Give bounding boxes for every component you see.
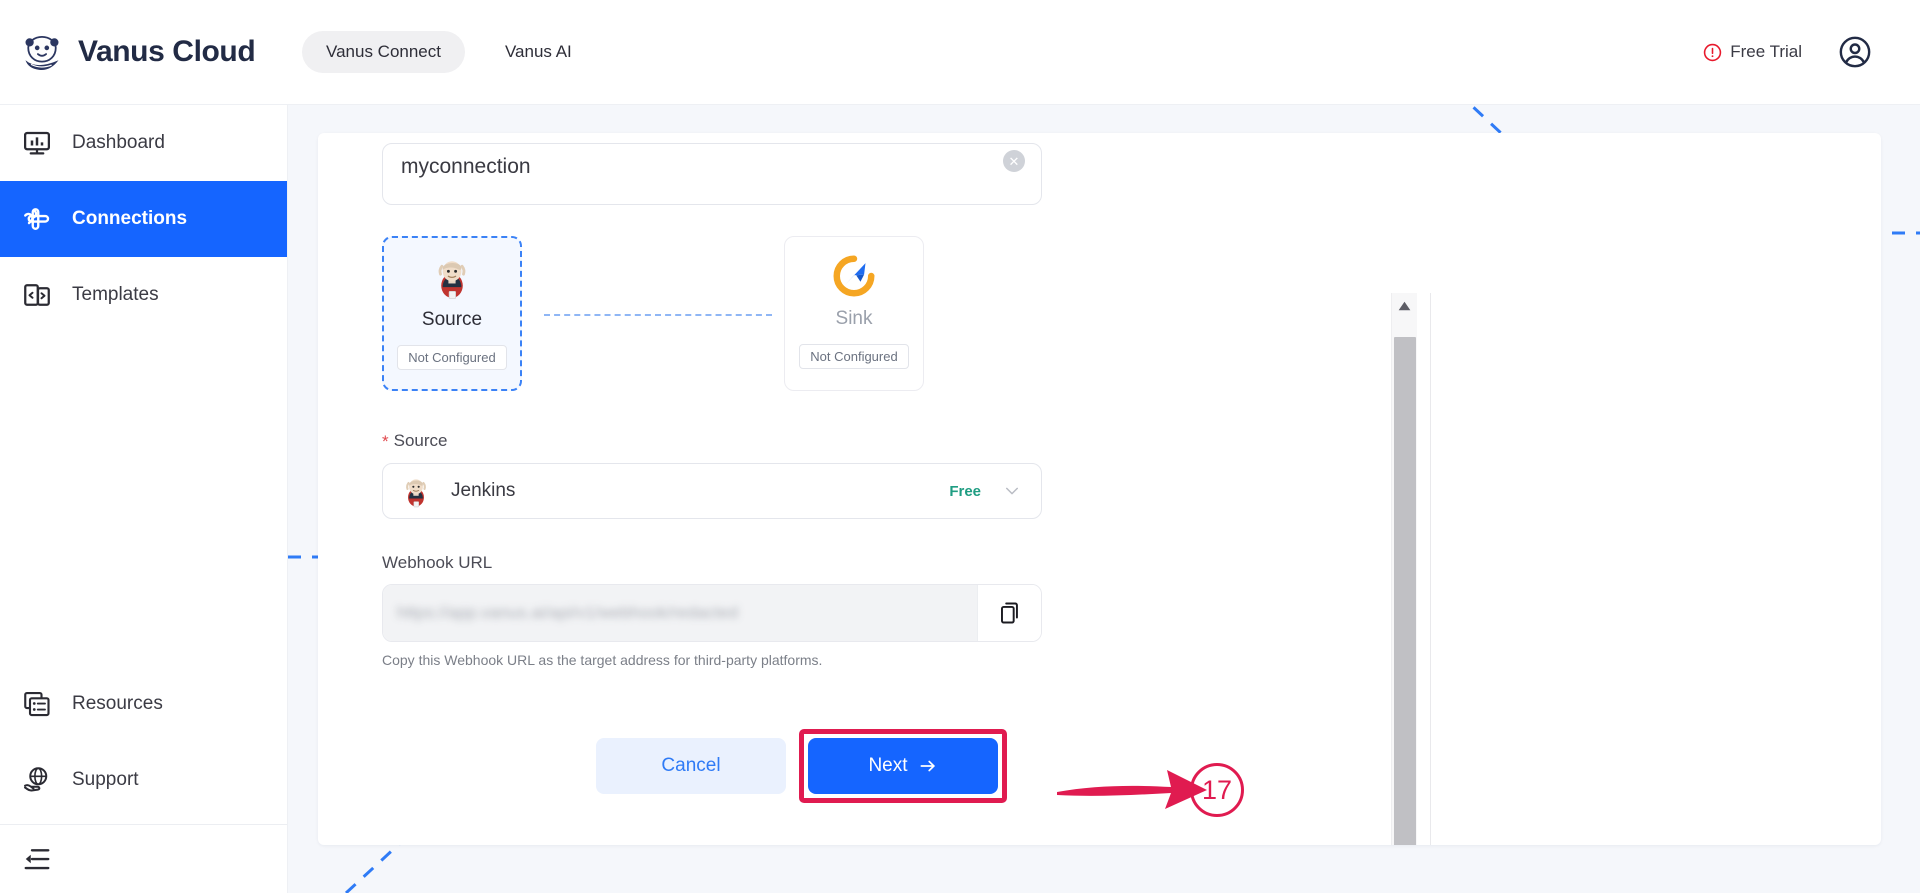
- flow-connector-line: [544, 314, 772, 316]
- resources-icon: [24, 691, 50, 717]
- sidebar-item-resources[interactable]: Resources: [0, 666, 287, 742]
- support-globe-hand-icon: [24, 767, 48, 792]
- sidebar-collapse-button[interactable]: [0, 825, 287, 893]
- sidebar-item-label: Templates: [72, 284, 159, 305]
- connection-name-input[interactable]: myconnection ✕: [382, 143, 1042, 205]
- templates-icon: [24, 284, 50, 306]
- annotation-step-number: 17: [1190, 763, 1244, 817]
- required-asterisk: *: [382, 431, 389, 451]
- sidebar-item-label: Connections: [72, 208, 188, 229]
- form-column: myconnection ✕ Source Not Configured Sin…: [382, 133, 1048, 668]
- app-root: Vanus Cloud Vanus Connect Vanus AI Free …: [0, 0, 1920, 893]
- connection-name-value: myconnection: [401, 155, 531, 178]
- tab-vanus-ai[interactable]: Vanus AI: [481, 31, 596, 73]
- source-sink-flow: Source Not Configured Sink Not Configure…: [382, 236, 1042, 391]
- sidebar-item-connections[interactable]: Connections: [0, 181, 287, 257]
- arrow-right-icon: [920, 760, 935, 772]
- sidebar: Dashboard Connections Templates Resource…: [0, 105, 288, 893]
- source-select[interactable]: Jenkins Free: [382, 463, 1042, 519]
- source-field-label: * Source: [382, 431, 1048, 451]
- webhook-copy-button[interactable]: [977, 585, 1041, 641]
- flow-node-sink[interactable]: Sink Not Configured: [784, 236, 924, 391]
- cancel-button[interactable]: Cancel: [596, 738, 786, 794]
- source-price-tag: Free: [949, 482, 981, 500]
- connection-form-card: myconnection ✕ Source Not Configured Sin…: [318, 133, 1881, 845]
- source-status-badge: Not Configured: [397, 345, 507, 370]
- free-trial-badge[interactable]: Free Trial: [1703, 42, 1802, 62]
- form-actions: Cancel Next: [596, 729, 1007, 803]
- topbar-right: Free Trial: [1703, 35, 1872, 69]
- scrollbar-thumb[interactable]: [1394, 337, 1416, 845]
- connections-icon: [24, 208, 50, 230]
- tab-vanus-connect[interactable]: Vanus Connect: [302, 31, 465, 73]
- vanus-logo-icon: [25, 35, 59, 71]
- sidebar-bottom: Resources Support: [0, 666, 287, 893]
- scrollbar-up-arrow[interactable]: [1392, 293, 1417, 319]
- brand-name: Vanus Cloud: [78, 35, 256, 68]
- collapse-sidebar-icon: [24, 849, 50, 870]
- next-button-wrapper: Next: [799, 729, 1007, 803]
- webhook-url-input[interactable]: https://app.vanus.ai/api/v1/webhook/reda…: [383, 585, 977, 641]
- sidebar-item-dashboard[interactable]: Dashboard: [0, 105, 287, 181]
- sidebar-item-label: Resources: [72, 693, 163, 714]
- free-trial-label: Free Trial: [1730, 42, 1802, 61]
- sidebar-item-templates[interactable]: Templates: [0, 257, 287, 333]
- sidebar-item-support[interactable]: Support: [0, 742, 287, 818]
- source-select-value: Jenkins: [451, 480, 516, 501]
- jenkins-icon: [438, 261, 466, 299]
- top-bar: Vanus Cloud Vanus Connect Vanus AI Free …: [0, 0, 1920, 105]
- brand[interactable]: Vanus Cloud: [20, 30, 288, 74]
- clear-circle-icon[interactable]: ✕: [1003, 150, 1025, 172]
- dashboard-icon: [24, 131, 50, 155]
- webhook-url-hint: Copy this Webhook URL as the target addr…: [382, 652, 823, 668]
- webhook-url-row: https://app.vanus.ai/api/v1/webhook/reda…: [382, 584, 1042, 642]
- next-button-label: Next: [868, 755, 908, 776]
- sidebar-item-label: Support: [72, 769, 139, 790]
- chevron-down-icon[interactable]: [1003, 482, 1021, 500]
- flow-node-source[interactable]: Source Not Configured: [382, 236, 522, 391]
- jenkins-icon: [406, 479, 426, 508]
- sink-status-badge: Not Configured: [799, 344, 909, 369]
- user-circle-icon[interactable]: [1838, 35, 1872, 69]
- alert-circle-icon: [1703, 43, 1722, 61]
- main-nav-tabs: Vanus Connect Vanus AI: [302, 31, 596, 73]
- form-scrollbar[interactable]: [1391, 293, 1417, 845]
- flow-node-title: Source: [421, 309, 483, 330]
- sidebar-item-label: Dashboard: [72, 132, 165, 153]
- flow-node-title: Sink: [835, 308, 873, 329]
- source-label-text: Source: [393, 431, 448, 450]
- next-button[interactable]: Next: [808, 738, 998, 794]
- scrollbar-track-edge: [1430, 293, 1431, 845]
- webhook-url-label: Webhook URL: [382, 553, 493, 572]
- webhook-url-value: https://app.vanus.ai/api/v1/webhook/reda…: [397, 603, 739, 622]
- triangle-up-icon: [1398, 301, 1411, 311]
- vanus-sink-icon: [833, 255, 875, 297]
- copy-icon: [1000, 602, 1018, 624]
